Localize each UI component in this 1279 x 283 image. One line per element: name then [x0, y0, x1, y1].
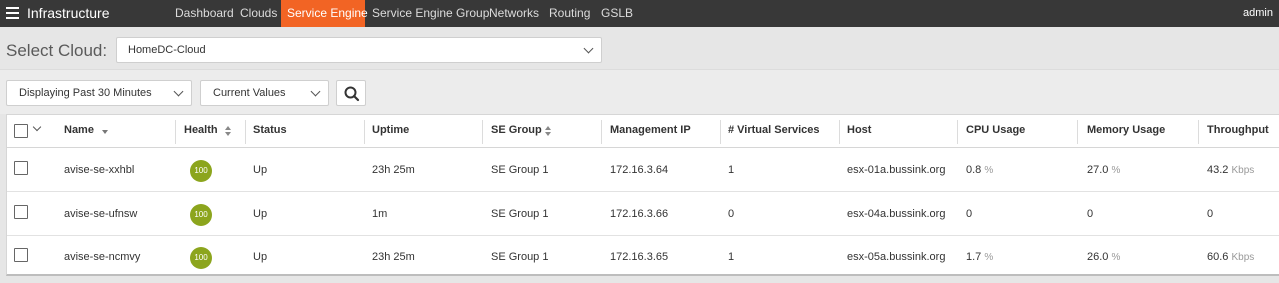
tab-networks[interactable]: Networks	[483, 0, 545, 27]
row-checkbox[interactable]	[14, 161, 28, 175]
col-name[interactable]: Name	[64, 124, 94, 136]
table-row[interactable]: avise-se-ncmvy 100 Up 23h 25m SE Group 1…	[7, 236, 1279, 279]
hamburger-menu-icon[interactable]	[6, 7, 19, 19]
throughput-number: 60.6	[1207, 251, 1229, 263]
sort-desc-icon[interactable]	[102, 130, 108, 134]
status-text: Up	[253, 164, 268, 176]
memory-usage-unit: %	[1111, 252, 1121, 263]
cpu-usage-unit: %	[984, 252, 994, 263]
col-se-group[interactable]: SE Group	[491, 124, 542, 136]
col-management-ip[interactable]: Management IP	[610, 124, 691, 136]
virtual-services-count: 1	[728, 164, 735, 176]
app-title: Infrastructure	[27, 5, 110, 21]
select-all-checkbox[interactable]	[14, 124, 28, 138]
cpu-usage-number: 0	[966, 208, 973, 220]
cloud-select[interactable]: HomeDC-Cloud	[116, 37, 602, 63]
sort-icon[interactable]	[225, 126, 232, 136]
memory-usage-number: 26.0	[1087, 251, 1109, 263]
uptime-text: 23h 25m	[372, 164, 415, 176]
select-cloud-label: Select Cloud:	[6, 41, 108, 60]
throughput-number: 43.2	[1207, 164, 1229, 176]
management-ip-text: 172.16.3.66	[610, 208, 669, 220]
host-text: esx-04a.bussink.org	[847, 208, 946, 220]
cpu-usage-value: 0	[966, 208, 972, 220]
throughput-unit: Kbps	[1231, 252, 1255, 263]
memory-usage-value: 26.0 %	[1087, 251, 1120, 263]
service-engine-table: Name Health Status Uptime SE Group Manag…	[6, 114, 1279, 276]
search-button[interactable]	[336, 80, 366, 106]
col-uptime[interactable]: Uptime	[372, 124, 409, 136]
col-status[interactable]: Status	[253, 124, 287, 136]
top-nav: Infrastructure Dashboard Clouds Service …	[0, 0, 1279, 27]
cpu-usage-value: 0.8 %	[966, 164, 993, 176]
cloud-select-value: HomeDC-Cloud	[128, 44, 206, 56]
memory-usage-unit: %	[1111, 165, 1121, 176]
row-checkbox[interactable]	[14, 205, 28, 219]
values-mode-value: Current Values	[213, 87, 286, 99]
memory-usage-value: 0	[1087, 208, 1093, 220]
chevron-down-icon	[310, 86, 321, 97]
se-name-link[interactable]: avise-se-ufnsw	[64, 208, 137, 220]
cpu-usage-number: 1.7	[966, 251, 982, 263]
col-virtual-services[interactable]: # Virtual Services	[728, 124, 820, 136]
uptime-text: 23h 25m	[372, 251, 415, 263]
se-name-link[interactable]: avise-se-ncmvy	[64, 251, 140, 263]
tab-service-engine-group[interactable]: Service Engine Group	[366, 0, 495, 27]
throughput-value: 60.6 Kbps	[1207, 251, 1254, 263]
management-ip-text: 172.16.3.64	[610, 164, 669, 176]
cpu-usage-unit: %	[984, 165, 994, 176]
tab-dashboard[interactable]: Dashboard	[169, 0, 240, 27]
col-throughput[interactable]: Throughput	[1207, 124, 1269, 136]
table-row[interactable]: avise-se-xxhbl 100 Up 23h 25m SE Group 1…	[7, 149, 1279, 192]
tab-routing[interactable]: Routing	[543, 0, 596, 27]
virtual-services-count: 0	[728, 208, 735, 220]
throughput-value: 0	[1207, 208, 1213, 220]
col-memory-usage[interactable]: Memory Usage	[1087, 124, 1165, 136]
values-mode-select[interactable]: Current Values	[200, 80, 329, 106]
uptime-text: 1m	[372, 208, 388, 220]
host-text: esx-01a.bussink.org	[847, 164, 946, 176]
chevron-down-icon	[173, 86, 184, 97]
table-header: Name Health Status Uptime SE Group Manag…	[7, 115, 1279, 148]
time-range-select[interactable]: Displaying Past 30 Minutes	[6, 80, 192, 106]
chevron-down-icon	[583, 43, 594, 54]
tab-gslb[interactable]: GSLB	[595, 0, 639, 27]
col-host[interactable]: Host	[847, 124, 871, 136]
host-text: esx-05a.bussink.org	[847, 251, 946, 263]
virtual-services-count: 1	[728, 251, 735, 263]
throughput-unit: Kbps	[1231, 165, 1255, 176]
se-group-link[interactable]: SE Group 1	[491, 208, 548, 220]
memory-usage-number: 0	[1087, 208, 1094, 220]
health-score-badge[interactable]: 100	[190, 204, 212, 226]
search-icon	[344, 86, 360, 102]
table-row[interactable]: avise-se-ufnsw 100 Up 1m SE Group 1 172.…	[7, 193, 1279, 236]
health-score-badge[interactable]: 100	[190, 247, 212, 269]
management-ip-text: 172.16.3.65	[610, 251, 669, 263]
memory-usage-value: 27.0 %	[1087, 164, 1120, 176]
tab-service-engine[interactable]: Service Engine	[281, 0, 368, 27]
time-range-value: Displaying Past 30 Minutes	[19, 87, 152, 99]
health-score-badge[interactable]: 100	[190, 160, 212, 182]
col-cpu-usage[interactable]: CPU Usage	[966, 124, 1025, 136]
se-name-link[interactable]: avise-se-xxhbl	[64, 164, 134, 176]
status-text: Up	[253, 208, 268, 220]
se-group-link[interactable]: SE Group 1	[491, 251, 548, 263]
memory-usage-number: 27.0	[1087, 164, 1109, 176]
se-group-link[interactable]: SE Group 1	[491, 164, 548, 176]
col-health[interactable]: Health	[184, 124, 218, 136]
throughput-value: 43.2 Kbps	[1207, 164, 1254, 176]
tab-clouds[interactable]: Clouds	[234, 0, 283, 27]
status-text: Up	[253, 251, 268, 263]
cpu-usage-value: 1.7 %	[966, 251, 993, 263]
throughput-number: 0	[1207, 208, 1214, 220]
user-menu[interactable]: admin	[1243, 0, 1273, 27]
sort-icon[interactable]	[545, 126, 552, 136]
cpu-usage-number: 0.8	[966, 164, 982, 176]
chevron-down-icon[interactable]	[32, 122, 42, 132]
row-checkbox[interactable]	[14, 248, 28, 262]
